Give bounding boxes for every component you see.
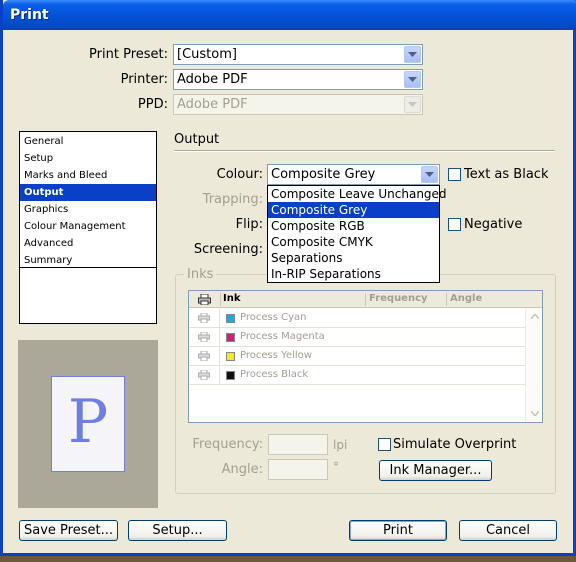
section-title: Output xyxy=(174,132,220,147)
ink-name: Process Magenta xyxy=(240,331,325,342)
column-separator xyxy=(446,293,447,306)
printer-label: Printer: xyxy=(120,72,168,87)
ppd-value: Adobe PDF xyxy=(177,97,248,112)
ink-swatch xyxy=(226,333,235,342)
colour-option-composite-grey[interactable]: Composite Grey xyxy=(268,202,439,218)
nav-item-colour-management[interactable]: Colour Management xyxy=(20,218,156,235)
colour-option-in-rip-separations[interactable]: In-RIP Separations xyxy=(268,266,439,282)
chevron-down-icon xyxy=(404,96,421,113)
simulate-overprint-label: Simulate Overprint xyxy=(393,437,517,452)
negative-label: Negative xyxy=(464,217,523,232)
frequency-label: Frequency: xyxy=(192,437,263,452)
screening-label: Screening: xyxy=(193,242,263,257)
inks-scrollbar[interactable] xyxy=(525,308,542,422)
frequency-unit: lpi xyxy=(333,438,348,452)
printer-icon xyxy=(198,293,211,308)
angle-unit: ° xyxy=(333,460,339,474)
ink-row-black[interactable]: Process Black xyxy=(189,366,526,385)
ink-name: Process Yellow xyxy=(240,350,312,361)
printer-select[interactable]: Adobe PDF xyxy=(173,69,423,90)
ink-row-yellow[interactable]: Process Yellow xyxy=(189,347,526,366)
ink-manager-button[interactable]: Ink Manager... xyxy=(379,460,492,481)
angle-label: Angle: xyxy=(221,462,263,477)
column-ink[interactable]: Ink xyxy=(223,293,241,304)
ppd-label: PPD: xyxy=(137,97,168,112)
flip-label: Flip: xyxy=(235,217,263,232)
cancel-button[interactable]: Cancel xyxy=(459,520,557,541)
scroll-down-icon[interactable] xyxy=(528,407,541,420)
chevron-down-icon[interactable] xyxy=(404,46,421,63)
ink-name: Process Cyan xyxy=(240,312,307,323)
colour-option-composite-leave-unchanged[interactable]: Composite Leave Unchanged xyxy=(268,186,447,202)
nav-item-graphics[interactable]: Graphics xyxy=(20,201,156,218)
ink-row-magenta[interactable]: Process Magenta xyxy=(189,328,526,347)
scroll-up-icon[interactable] xyxy=(528,310,541,323)
ink-name: Process Black xyxy=(240,369,309,380)
trapping-label: Trapping: xyxy=(202,192,263,207)
print-toggle-icon[interactable] xyxy=(189,328,220,346)
nav-item-advanced[interactable]: Advanced xyxy=(20,235,156,252)
ppd-select: Adobe PDF xyxy=(173,94,423,115)
nav-item-marks-and-bleed[interactable]: Marks and Bleed xyxy=(20,167,156,184)
print-preset-label: Print Preset: xyxy=(89,47,168,62)
page-preview: P xyxy=(18,340,158,508)
nav-item-output[interactable]: Output xyxy=(20,184,156,201)
section-divider xyxy=(174,150,555,152)
nav-item-general[interactable]: General xyxy=(20,133,156,150)
frequency-input xyxy=(268,434,328,455)
colour-option-separations[interactable]: Separations xyxy=(268,250,439,266)
column-separator xyxy=(220,293,221,306)
setup-button[interactable]: Setup... xyxy=(128,520,227,541)
ink-swatch xyxy=(226,371,235,380)
colour-label: Colour: xyxy=(216,167,263,182)
colour-value: Composite Grey xyxy=(271,167,376,182)
text-as-black-label: Text as Black xyxy=(464,167,549,182)
print-preset-value: [Custom] xyxy=(177,47,237,62)
inks-table: Ink Frequency Angle Process Cyan Process… xyxy=(188,290,543,423)
simulate-overprint-checkbox[interactable] xyxy=(378,438,391,451)
category-list: General Setup Marks and Bleed Output Gra… xyxy=(19,131,157,324)
chevron-down-icon[interactable] xyxy=(404,71,421,88)
title-bar[interactable]: Print xyxy=(3,0,576,30)
save-preset-button[interactable]: Save Preset... xyxy=(19,520,118,541)
colour-option-composite-rgb[interactable]: Composite RGB xyxy=(268,218,439,234)
print-preset-select[interactable]: [Custom] xyxy=(173,44,423,65)
negative-checkbox[interactable] xyxy=(448,218,461,231)
window-title: Print xyxy=(10,7,49,23)
inks-group-label: Inks xyxy=(184,267,217,282)
print-toggle-icon[interactable] xyxy=(189,366,220,384)
print-button[interactable]: Print xyxy=(349,520,447,541)
ink-swatch xyxy=(226,314,235,323)
column-angle[interactable]: Angle xyxy=(450,293,482,304)
print-toggle-icon[interactable] xyxy=(189,347,220,365)
column-frequency[interactable]: Frequency xyxy=(369,293,428,304)
list-empty-area xyxy=(20,267,156,323)
printer-value: Adobe PDF xyxy=(177,72,248,87)
colour-option-composite-cmyk[interactable]: Composite CMYK xyxy=(268,234,439,250)
angle-input xyxy=(268,459,328,480)
preview-glyph: P xyxy=(67,387,109,457)
inks-table-header: Ink Frequency Angle xyxy=(189,291,542,308)
text-as-black-checkbox[interactable] xyxy=(448,168,461,181)
colour-select[interactable]: Composite Grey xyxy=(267,164,440,185)
ink-row-cyan[interactable]: Process Cyan xyxy=(189,309,526,328)
print-toggle-icon[interactable] xyxy=(189,309,220,327)
preview-page: P xyxy=(51,376,125,472)
nav-item-setup[interactable]: Setup xyxy=(20,150,156,167)
column-separator xyxy=(365,293,366,306)
colour-dropdown-list: Composite Leave Unchanged Composite Grey… xyxy=(267,185,447,283)
ink-swatch xyxy=(226,352,235,361)
chevron-down-icon[interactable] xyxy=(421,166,438,183)
